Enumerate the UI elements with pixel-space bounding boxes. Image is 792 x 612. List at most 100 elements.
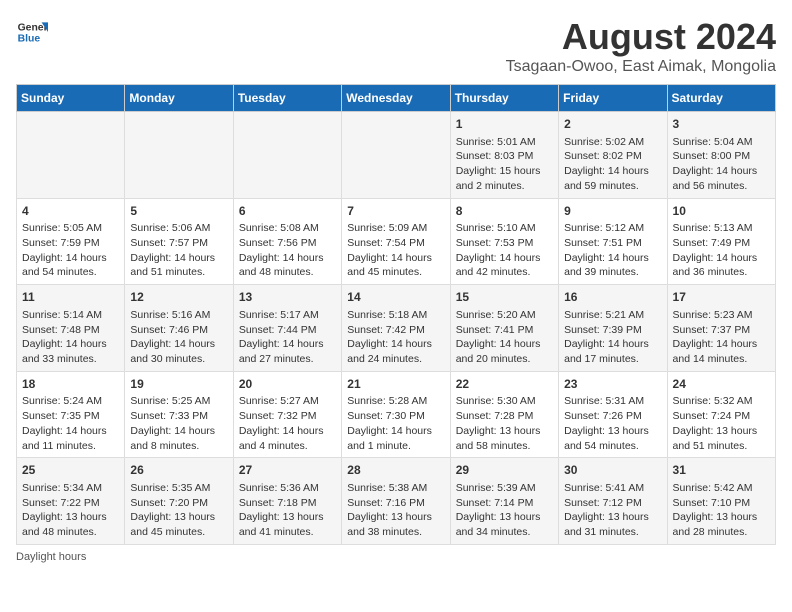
calendar-cell: 12Sunrise: 5:16 AMSunset: 7:46 PMDayligh… <box>125 285 233 372</box>
calendar-cell: 15Sunrise: 5:20 AMSunset: 7:41 PMDayligh… <box>450 285 558 372</box>
day-info: and 51 minutes. <box>673 439 770 454</box>
day-info: and 34 minutes. <box>456 525 553 540</box>
week-row-5: 25Sunrise: 5:34 AMSunset: 7:22 PMDayligh… <box>17 458 776 545</box>
day-info: Sunrise: 5:36 AM <box>239 481 336 496</box>
calendar-cell: 25Sunrise: 5:34 AMSunset: 7:22 PMDayligh… <box>17 458 125 545</box>
day-number: 8 <box>456 203 553 220</box>
calendar-cell: 31Sunrise: 5:42 AMSunset: 7:10 PMDayligh… <box>667 458 775 545</box>
week-row-1: 1Sunrise: 5:01 AMSunset: 8:03 PMDaylight… <box>17 112 776 199</box>
day-info: Sunset: 7:14 PM <box>456 496 553 511</box>
day-number: 21 <box>347 376 444 393</box>
day-number: 25 <box>22 462 119 479</box>
day-info: Daylight: 14 hours <box>239 424 336 439</box>
calendar-cell <box>125 112 233 199</box>
day-info: Sunset: 7:53 PM <box>456 236 553 251</box>
header-day-friday: Friday <box>559 85 667 112</box>
day-info: Sunrise: 5:25 AM <box>130 394 227 409</box>
day-info: Daylight: 13 hours <box>673 424 770 439</box>
day-info: Daylight: 14 hours <box>673 164 770 179</box>
day-info: and 39 minutes. <box>564 265 661 280</box>
day-info: Sunrise: 5:41 AM <box>564 481 661 496</box>
day-number: 29 <box>456 462 553 479</box>
day-info: Sunrise: 5:09 AM <box>347 221 444 236</box>
day-info: Sunset: 7:54 PM <box>347 236 444 251</box>
day-number: 12 <box>130 289 227 306</box>
day-info: Sunset: 7:39 PM <box>564 323 661 338</box>
day-info: Sunset: 7:33 PM <box>130 409 227 424</box>
day-info: Sunrise: 5:23 AM <box>673 308 770 323</box>
day-info: and 48 minutes. <box>239 265 336 280</box>
day-info: Daylight: 13 hours <box>130 510 227 525</box>
day-info: Sunset: 7:35 PM <box>22 409 119 424</box>
day-info: Sunrise: 5:28 AM <box>347 394 444 409</box>
day-info: Sunrise: 5:14 AM <box>22 308 119 323</box>
week-row-3: 11Sunrise: 5:14 AMSunset: 7:48 PMDayligh… <box>17 285 776 372</box>
week-row-2: 4Sunrise: 5:05 AMSunset: 7:59 PMDaylight… <box>17 198 776 285</box>
day-info: and 45 minutes. <box>130 525 227 540</box>
day-info: and 28 minutes. <box>673 525 770 540</box>
day-info: Daylight: 13 hours <box>239 510 336 525</box>
calendar-cell: 23Sunrise: 5:31 AMSunset: 7:26 PMDayligh… <box>559 371 667 458</box>
day-info: Sunrise: 5:01 AM <box>456 135 553 150</box>
day-info: Sunset: 7:32 PM <box>239 409 336 424</box>
calendar-cell: 11Sunrise: 5:14 AMSunset: 7:48 PMDayligh… <box>17 285 125 372</box>
calendar-cell <box>342 112 450 199</box>
day-info: Sunrise: 5:02 AM <box>564 135 661 150</box>
svg-text:Blue: Blue <box>18 34 41 45</box>
calendar-cell: 2Sunrise: 5:02 AMSunset: 8:02 PMDaylight… <box>559 112 667 199</box>
calendar-cell: 22Sunrise: 5:30 AMSunset: 7:28 PMDayligh… <box>450 371 558 458</box>
day-info: Daylight: 14 hours <box>564 337 661 352</box>
calendar-cell: 3Sunrise: 5:04 AMSunset: 8:00 PMDaylight… <box>667 112 775 199</box>
day-info: and 59 minutes. <box>564 179 661 194</box>
day-info: Sunset: 7:10 PM <box>673 496 770 511</box>
day-info: Daylight: 13 hours <box>564 424 661 439</box>
day-number: 23 <box>564 376 661 393</box>
header-day-thursday: Thursday <box>450 85 558 112</box>
day-info: Sunset: 7:48 PM <box>22 323 119 338</box>
day-info: and 2 minutes. <box>456 179 553 194</box>
day-info: Daylight: 14 hours <box>22 337 119 352</box>
day-number: 4 <box>22 203 119 220</box>
day-info: and 33 minutes. <box>22 352 119 367</box>
day-info: Sunset: 7:44 PM <box>239 323 336 338</box>
calendar-cell: 10Sunrise: 5:13 AMSunset: 7:49 PMDayligh… <box>667 198 775 285</box>
day-info: Sunset: 7:16 PM <box>347 496 444 511</box>
day-info: Daylight: 14 hours <box>564 164 661 179</box>
day-info: Daylight: 14 hours <box>239 251 336 266</box>
header-day-tuesday: Tuesday <box>233 85 341 112</box>
day-info: and 1 minute. <box>347 439 444 454</box>
logo: General Blue <box>16 16 48 48</box>
day-info: Sunset: 7:37 PM <box>673 323 770 338</box>
title-block: August 2024 Tsagaan-Owoo, East Aimak, Mo… <box>506 16 776 76</box>
day-info: Daylight: 14 hours <box>130 251 227 266</box>
day-info: Sunset: 7:24 PM <box>673 409 770 424</box>
day-info: and 14 minutes. <box>673 352 770 367</box>
day-info: Daylight: 14 hours <box>456 337 553 352</box>
day-info: Daylight: 13 hours <box>456 510 553 525</box>
calendar-table: SundayMondayTuesdayWednesdayThursdayFrid… <box>16 84 776 545</box>
day-number: 10 <box>673 203 770 220</box>
day-info: Sunrise: 5:17 AM <box>239 308 336 323</box>
calendar-cell: 24Sunrise: 5:32 AMSunset: 7:24 PMDayligh… <box>667 371 775 458</box>
header-day-saturday: Saturday <box>667 85 775 112</box>
day-info: Daylight: 14 hours <box>673 337 770 352</box>
day-info: Sunset: 8:00 PM <box>673 149 770 164</box>
day-info: Sunrise: 5:32 AM <box>673 394 770 409</box>
day-info: Daylight: 13 hours <box>347 510 444 525</box>
day-info: Daylight: 14 hours <box>347 424 444 439</box>
day-info: Sunset: 7:26 PM <box>564 409 661 424</box>
day-info: Sunrise: 5:35 AM <box>130 481 227 496</box>
header-row: SundayMondayTuesdayWednesdayThursdayFrid… <box>17 85 776 112</box>
day-info: Sunrise: 5:24 AM <box>22 394 119 409</box>
day-info: Daylight: 14 hours <box>239 337 336 352</box>
day-info: Sunrise: 5:39 AM <box>456 481 553 496</box>
day-number: 30 <box>564 462 661 479</box>
day-info: Sunset: 7:51 PM <box>564 236 661 251</box>
day-number: 28 <box>347 462 444 479</box>
calendar-cell: 4Sunrise: 5:05 AMSunset: 7:59 PMDaylight… <box>17 198 125 285</box>
calendar-cell: 14Sunrise: 5:18 AMSunset: 7:42 PMDayligh… <box>342 285 450 372</box>
day-info: Sunset: 7:20 PM <box>130 496 227 511</box>
day-number: 16 <box>564 289 661 306</box>
day-info: Sunrise: 5:13 AM <box>673 221 770 236</box>
day-number: 17 <box>673 289 770 306</box>
